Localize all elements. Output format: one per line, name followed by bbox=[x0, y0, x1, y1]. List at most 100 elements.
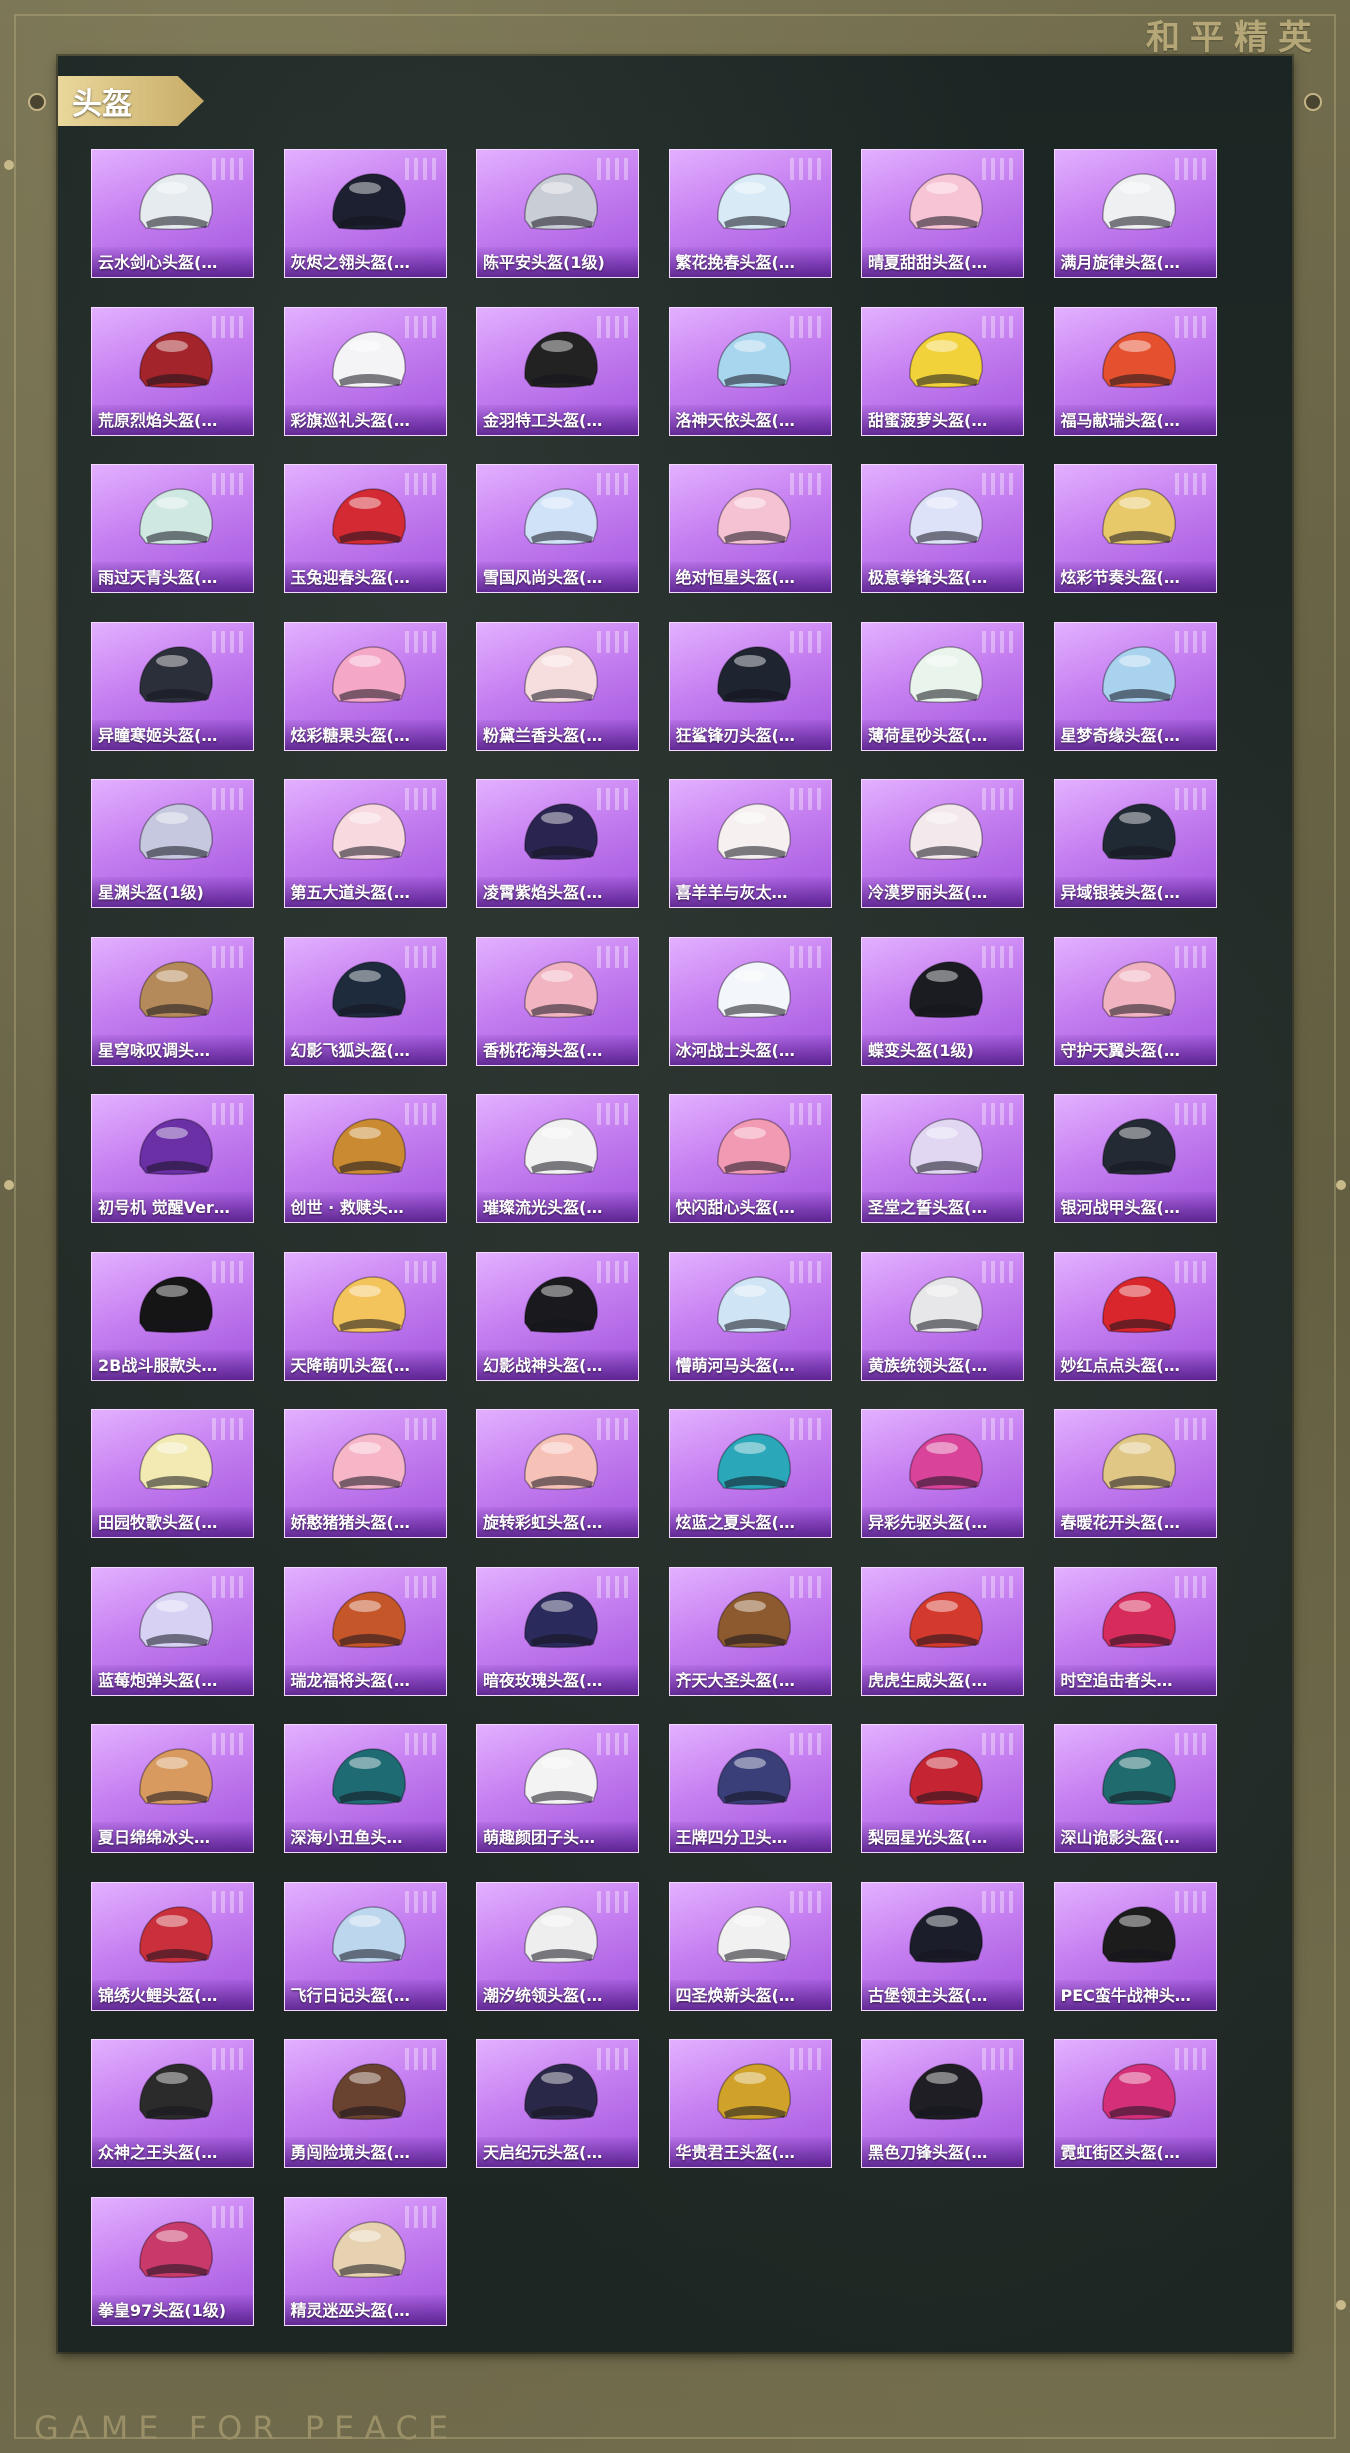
helmet-item-card[interactable]: 深山诡影头盔(… bbox=[1053, 1724, 1217, 1853]
helmet-item-card[interactable]: 极意拳锋头盔(… bbox=[861, 464, 1024, 593]
helmet-icon bbox=[716, 173, 791, 231]
helmet-item-card[interactable]: 齐天大圣头盔(… bbox=[668, 1566, 832, 1696]
helmet-icon bbox=[909, 960, 983, 1018]
helmet-icon bbox=[524, 1275, 598, 1333]
helmet-item-card[interactable]: 第五大道头盔(… bbox=[283, 779, 447, 908]
helmet-item-card[interactable]: 幻影飞狐头盔(… bbox=[283, 936, 447, 1066]
helmet-item-card[interactable]: 众神之王头盔(… bbox=[91, 2039, 254, 2168]
helmet-item-card[interactable]: 金羽特工头盔(… bbox=[476, 306, 639, 436]
helmet-item-card[interactable]: 守护天翼头盔(… bbox=[1053, 936, 1217, 1066]
helmet-item-card[interactable]: 异域银装头盔(… bbox=[1053, 779, 1217, 908]
helmet-item-card[interactable]: 霓虹街区头盔(… bbox=[1053, 2039, 1217, 2168]
helmet-item-card[interactable]: 凌霄紫焰头盔(… bbox=[476, 779, 639, 908]
helmet-item-card[interactable]: 蝶变头盔(1级) bbox=[861, 936, 1024, 1066]
helmet-item-card[interactable]: 田园牧歌头盔(… bbox=[91, 1409, 254, 1538]
helmet-item-card[interactable]: 炫彩糖果头盔(… bbox=[283, 621, 447, 751]
helmet-item-card[interactable]: 满月旋律头盔(… bbox=[1053, 149, 1217, 278]
helmet-item-card[interactable]: 锦绣火鲤头盔(… bbox=[91, 1881, 254, 2011]
helmet-item-card[interactable]: 云水剑心头盔(… bbox=[91, 149, 254, 278]
helmet-name: 守护天翼头盔(… bbox=[1060, 1040, 1180, 1060]
helmet-item-card[interactable]: 蓝莓炮弹头盔(… bbox=[91, 1566, 254, 1696]
helmet-item-card[interactable]: 黄族统领头盔(… bbox=[861, 1251, 1024, 1381]
helmet-item-card[interactable]: 粉黛兰香头盔(… bbox=[476, 621, 639, 751]
helmet-item-card[interactable]: 快闪甜心头盔(… bbox=[668, 1094, 832, 1223]
helmet-name: 旋转彩虹头盔(… bbox=[483, 1513, 603, 1532]
helmet-icon bbox=[139, 645, 213, 703]
helmet-item-card[interactable]: PEC蛮牛战神头… bbox=[1053, 1881, 1217, 2011]
helmet-item-card[interactable]: 创世 · 救赎头… bbox=[283, 1094, 447, 1223]
helmet-icon bbox=[524, 803, 598, 861]
helmet-item-card[interactable]: 炫彩节奏头盔(… bbox=[1053, 464, 1217, 593]
helmet-item-card[interactable]: 旋转彩虹头盔(… bbox=[476, 1409, 639, 1538]
helmet-item-card[interactable]: 喜羊羊与灰太… bbox=[668, 779, 832, 908]
helmet-item-card[interactable]: 古堡领主头盔(… bbox=[861, 1881, 1024, 2011]
helmet-name: 黄族统领头盔(… bbox=[868, 1355, 988, 1375]
helmet-item-card[interactable]: 拳皇97头盔(1级) bbox=[91, 2196, 254, 2326]
helmet-item-card[interactable]: 飞行日记头盔(… bbox=[283, 1881, 447, 2011]
helmet-item-card[interactable]: 虎虎生威头盔(… bbox=[861, 1566, 1024, 1696]
helmet-item-card[interactable]: 精灵迷巫头盔(… bbox=[283, 2196, 447, 2326]
helmet-item-card[interactable]: 娇憨猪猪头盔(… bbox=[283, 1409, 447, 1538]
helmet-item-card[interactable]: 瑞龙福将头盔(… bbox=[283, 1566, 447, 1696]
helmet-item-card[interactable]: 香桃花海头盔(… bbox=[476, 936, 639, 1066]
helmet-item-card[interactable]: 星梦奇缘头盔(… bbox=[1053, 621, 1217, 751]
helmet-name: 深山诡影头盔(… bbox=[1060, 1828, 1180, 1847]
helmet-name: 异彩先驱头盔(… bbox=[868, 1513, 988, 1532]
frame-dot bbox=[4, 160, 14, 170]
helmet-item-card[interactable]: 灰烬之翎头盔(… bbox=[283, 149, 447, 278]
helmet-item-card[interactable]: 萌趣颜团子头… bbox=[476, 1724, 639, 1853]
helmet-item-card[interactable]: 四圣焕新头盔(… bbox=[668, 1881, 832, 2011]
helmet-name: 快闪甜心头盔(… bbox=[675, 1198, 795, 1217]
helmet-item-card[interactable]: 星穹咏叹调头… bbox=[91, 936, 254, 1066]
helmet-item-card[interactable]: 异彩先驱头盔(… bbox=[861, 1409, 1024, 1538]
helmet-name: 2B战斗服款头… bbox=[98, 1355, 218, 1375]
helmet-item-card[interactable]: 冰河战士头盔(… bbox=[668, 936, 832, 1066]
helmet-item-card[interactable]: 王牌四分卫头… bbox=[668, 1724, 832, 1853]
section-header: 头盔 bbox=[58, 76, 204, 126]
helmet-item-card[interactable]: 雪国风尚头盔(… bbox=[476, 464, 639, 593]
helmet-item-card[interactable]: 华贵君王头盔(… bbox=[668, 2039, 832, 2168]
helmet-item-card[interactable]: 雨过天青头盔(… bbox=[91, 464, 254, 593]
helmet-icon bbox=[909, 1118, 983, 1176]
helmet-item-card[interactable]: 炫蓝之夏头盔(… bbox=[668, 1409, 832, 1538]
helmet-item-card[interactable]: 天降萌叽头盔(… bbox=[283, 1251, 447, 1381]
helmet-item-card[interactable]: 时空追击者头… bbox=[1053, 1566, 1217, 1696]
helmet-item-card[interactable]: 陈平安头盔(1级) bbox=[476, 149, 639, 278]
helmet-item-card[interactable]: 玉兔迎春头盔(… bbox=[283, 464, 447, 593]
helmet-item-card[interactable]: 星渊头盔(1级) bbox=[91, 779, 254, 908]
helmet-item-card[interactable]: 黑色刀锋头盔(… bbox=[861, 2039, 1024, 2168]
helmet-item-card[interactable]: 幻影战神头盔(… bbox=[476, 1251, 639, 1381]
helmet-item-card[interactable]: 璀璨流光头盔(… bbox=[476, 1094, 639, 1223]
helmet-icon bbox=[524, 488, 598, 546]
helmet-item-card[interactable]: 潮汐统领头盔(… bbox=[476, 1881, 639, 2011]
helmet-item-card[interactable]: 梨园星光头盔(… bbox=[861, 1724, 1024, 1853]
helmet-item-card[interactable]: 暗夜玫瑰头盔(… bbox=[476, 1566, 639, 1696]
helmet-item-card[interactable]: 深海小丑鱼头… bbox=[283, 1724, 447, 1853]
helmet-item-card[interactable]: 圣堂之誓头盔(… bbox=[861, 1094, 1024, 1223]
helmet-item-card[interactable]: 冷漠罗丽头盔(… bbox=[861, 779, 1024, 908]
helmet-item-card[interactable]: 银河战甲头盔(… bbox=[1053, 1094, 1217, 1223]
helmet-item-card[interactable]: 繁花挽春头盔(… bbox=[668, 149, 832, 278]
helmet-item-card[interactable]: 薄荷星砂头盔(… bbox=[861, 621, 1024, 751]
helmet-item-card[interactable]: 绝对恒星头盔(… bbox=[668, 464, 832, 593]
helmet-item-card[interactable]: 异瞳寒姬头盔(… bbox=[91, 621, 254, 751]
helmet-item-card[interactable]: 初号机 觉醒Ver… bbox=[91, 1094, 254, 1223]
helmet-item-card[interactable]: 勇闯险境头盔(… bbox=[283, 2039, 447, 2168]
helmet-icon bbox=[139, 488, 213, 546]
helmet-item-card[interactable]: 甜蜜菠萝头盔(… bbox=[861, 306, 1024, 436]
helmet-item-card[interactable]: 2B战斗服款头… bbox=[91, 1251, 254, 1381]
helmet-item-card[interactable]: 洛神天依头盔(… bbox=[668, 306, 832, 436]
helmet-name: 圣堂之誓头盔(… bbox=[868, 1198, 988, 1217]
helmet-icon bbox=[524, 1590, 598, 1648]
helmet-item-card[interactable]: 福马献瑞头盔(… bbox=[1053, 306, 1217, 436]
helmet-item-card[interactable]: 天启纪元头盔(… bbox=[476, 2039, 639, 2168]
helmet-item-card[interactable]: 晴夏甜甜头盔(… bbox=[861, 149, 1024, 278]
helmet-item-card[interactable]: 妙红点点头盔(… bbox=[1053, 1251, 1217, 1381]
helmet-item-card[interactable]: 夏日绵绵冰头… bbox=[91, 1724, 254, 1853]
helmet-item-card[interactable]: 狂鲨锋刃头盔(… bbox=[668, 621, 832, 751]
helmet-item-card[interactable]: 彩旗巡礼头盔(… bbox=[283, 306, 447, 436]
helmet-item-card[interactable]: 荒原烈焰头盔(… bbox=[91, 306, 254, 436]
helmet-name: 彩旗巡礼头盔(… bbox=[290, 410, 410, 430]
helmet-item-card[interactable]: 春暖花开头盔(… bbox=[1053, 1409, 1217, 1538]
helmet-item-card[interactable]: 懵萌河马头盔(… bbox=[668, 1251, 832, 1381]
